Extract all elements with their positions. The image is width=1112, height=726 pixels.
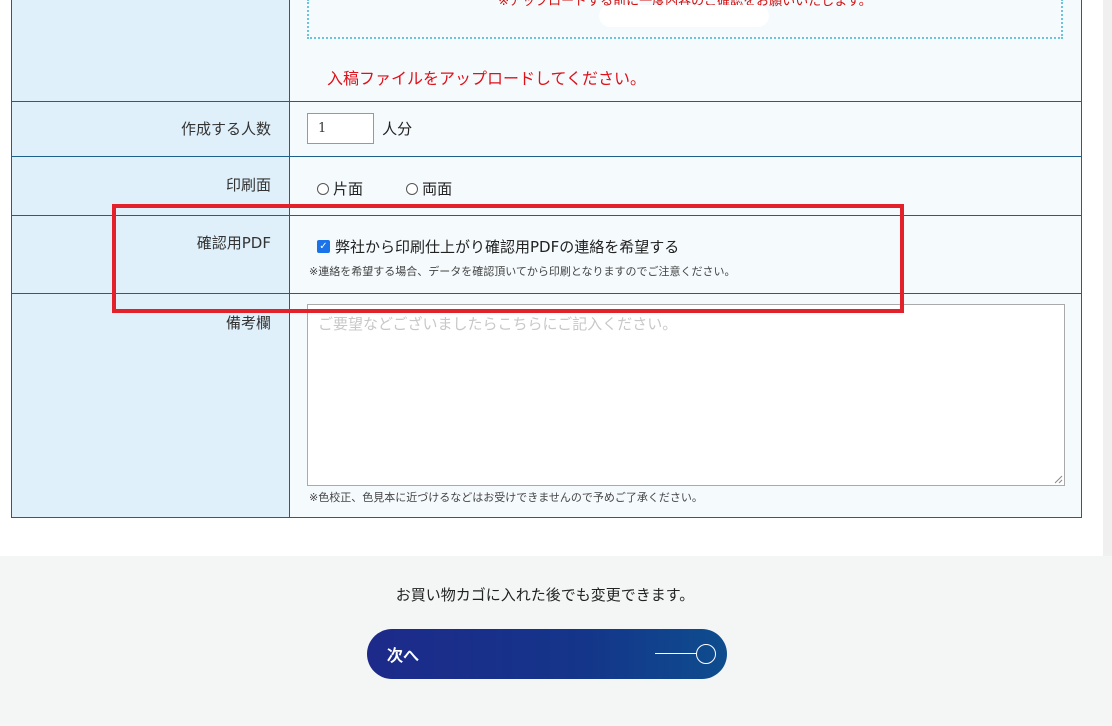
pdf-field-cell: ✓ 弊社から印刷仕上がり確認用PDFの連絡を希望する ※連絡を希望する場合、デー… <box>289 215 1082 294</box>
pdf-label: 確認用PDF <box>11 215 290 294</box>
remarks-note: ※色校正、色見本に近づけるなどはお受けできませんので予めご了承ください。 <box>309 491 703 504</box>
radio-circle-icon <box>317 182 329 195</box>
file-drop-zone[interactable]: ※アップロードする前に一度内容のご確認をお願いいたします。 <box>307 0 1063 39</box>
resize-grip-icon[interactable] <box>1054 475 1063 484</box>
pdf-row: 確認用PDF ✓ 弊社から印刷仕上がり確認用PDFの連絡を希望する ※連絡を希望… <box>11 215 1082 294</box>
remarks-textarea[interactable]: ご要望などございましたらこちらにご記入ください。 <box>307 304 1065 486</box>
count-label: 作成する人数 <box>11 101 290 157</box>
remarks-label: 備考欄 <box>11 293 290 518</box>
radio-double-sided[interactable]: 両面 <box>406 178 452 199</box>
pdf-confirm-checkbox-row[interactable]: ✓ 弊社から印刷仕上がり確認用PDFの連絡を希望する <box>317 236 1081 257</box>
arrow-line-icon <box>655 653 697 654</box>
remarks-placeholder: ご要望などございましたらこちらにご記入ください。 <box>318 315 678 333</box>
remarks-field-cell: ご要望などございましたらこちらにご記入ください。 ※色校正、色見本に近づけるなど… <box>289 293 1082 518</box>
print-side-label: 印刷面 <box>11 156 290 216</box>
checkmark-icon[interactable]: ✓ <box>317 240 330 253</box>
upload-field-cell: ※アップロードする前に一度内容のご確認をお願いいたします。 入稿ファイルをアップ… <box>289 0 1082 102</box>
radio-single-sided[interactable]: 片面 <box>317 178 363 199</box>
upload-error-message: 入稿ファイルをアップロードしてください。 <box>327 69 647 88</box>
radio-circle-icon <box>406 182 419 195</box>
order-form-table: ※アップロードする前に一度内容のご確認をお願いいたします。 入稿ファイルをアップ… <box>11 0 1082 518</box>
pdf-confirm-checkbox-label: 弊社から印刷仕上がり確認用PDFの連絡を希望する <box>335 238 680 256</box>
pdf-note: ※連絡を希望する場合、データを確認頂いてから印刷となりますのでご注意ください。 <box>309 265 736 278</box>
count-input[interactable] <box>307 113 374 144</box>
count-suffix: 人分 <box>382 120 413 138</box>
arrow-circle-icon <box>696 644 716 664</box>
remarks-row: 備考欄 ご要望などございましたらこちらにご記入ください。 ※色校正、色見本に近づ… <box>11 293 1082 518</box>
count-field-cell: 人分 <box>289 101 1082 157</box>
footer-note: お買い物カゴに入れた後でも変更できます。 <box>395 586 695 604</box>
next-button[interactable]: 次へ <box>367 629 727 679</box>
print-side-row: 印刷面 片面 両面 <box>11 156 1082 216</box>
footer-section: お買い物カゴに入れた後でも変更できます。 次へ <box>0 556 1112 726</box>
radio-single-sided-label: 片面 <box>333 180 364 198</box>
upload-label-cell <box>11 0 290 102</box>
count-row: 作成する人数 人分 <box>11 101 1082 157</box>
page-scrollbar[interactable] <box>1103 0 1112 556</box>
print-side-field-cell: 片面 両面 <box>289 156 1082 216</box>
upload-button[interactable] <box>599 5 769 27</box>
next-button-label: 次へ <box>387 646 420 665</box>
radio-double-sided-label: 両面 <box>422 180 453 198</box>
upload-row: ※アップロードする前に一度内容のご確認をお願いいたします。 入稿ファイルをアップ… <box>11 0 1082 102</box>
